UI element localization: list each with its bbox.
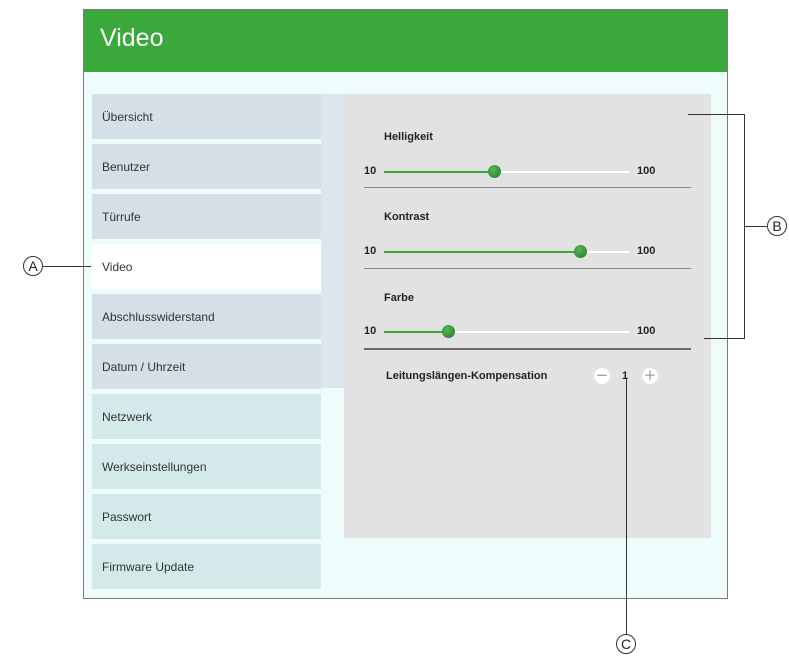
sidebar-item-uebersicht[interactable]: Übersicht	[92, 94, 321, 139]
decrement-button[interactable]: −	[594, 368, 610, 384]
video-settings-panel: Helligkeit 10 100 Kontrast 10 100 Farbe …	[344, 94, 711, 538]
color-label: Farbe	[384, 292, 414, 304]
menu-overlay-strip	[321, 94, 344, 388]
sidebar-item-datum-uhrzeit[interactable]: Datum / Uhrzeit	[92, 344, 321, 389]
cable-compensation-label: Leitungslängen-Kompensation	[386, 370, 548, 382]
contrast-slider-fill	[384, 251, 580, 253]
brightness-slider-track[interactable]	[384, 165, 629, 178]
color-slider-fill	[384, 331, 448, 333]
color-min-label: 10	[364, 325, 377, 337]
callout-c-leader	[626, 378, 627, 634]
sidebar-item-netzwerk[interactable]: Netzwerk	[92, 394, 321, 439]
callout-c: C	[616, 634, 636, 654]
brightness-slider[interactable]: 10 100	[364, 162, 694, 182]
brightness-slider-thumb[interactable]	[488, 165, 502, 178]
sidebar-item-werkseinstellungen[interactable]: Werkseinstellungen	[92, 444, 321, 489]
contrast-max-label: 100	[637, 245, 656, 257]
contrast-slider[interactable]: 10 100	[364, 242, 694, 262]
callout-a-leader	[43, 266, 91, 267]
window-title: Video	[100, 24, 164, 52]
sidebar-item-passwort[interactable]: Passwort	[92, 494, 321, 539]
callout-b-leader	[744, 226, 767, 227]
brightness-min-label: 10	[364, 165, 377, 177]
contrast-min-label: 10	[364, 245, 377, 257]
sidebar-item-benutzer[interactable]: Benutzer	[92, 144, 321, 189]
sidebar-item-tuerrufe[interactable]: Türrufe	[92, 194, 321, 239]
callout-b: B	[767, 216, 787, 236]
increment-button[interactable]: +	[642, 368, 658, 384]
contrast-slider-thumb[interactable]	[574, 245, 587, 258]
sidebar-item-abschlusswiderstand[interactable]: Abschlusswiderstand	[92, 294, 321, 339]
color-divider	[364, 348, 691, 350]
color-slider[interactable]: 10 100	[364, 322, 694, 342]
cable-compensation-row: Leitungslängen-Kompensation − 1 +	[386, 367, 686, 387]
brightness-max-label: 100	[637, 165, 656, 177]
sidebar-menu: Übersicht Benutzer Türrufe Video Abschlu…	[92, 94, 321, 594]
brightness-slider-fill	[384, 171, 495, 173]
sidebar-item-firmware-update[interactable]: Firmware Update	[92, 544, 321, 589]
brightness-label: Helligkeit	[384, 131, 433, 143]
callout-b-bracket-top	[688, 114, 744, 115]
video-settings-window: Video Übersicht Benutzer Türrufe Video A…	[83, 9, 728, 599]
brightness-divider	[364, 187, 691, 188]
contrast-divider	[364, 268, 691, 269]
plus-icon: +	[643, 366, 657, 384]
contrast-slider-track[interactable]	[384, 245, 629, 258]
window-header: Video	[84, 10, 727, 72]
contrast-label: Kontrast	[384, 211, 430, 223]
color-max-label: 100	[637, 325, 656, 337]
color-slider-thumb[interactable]	[441, 325, 455, 338]
minus-icon: −	[595, 366, 609, 384]
callout-b-bracket-bottom	[704, 338, 744, 339]
sidebar-item-video[interactable]: Video	[92, 244, 321, 289]
color-slider-track[interactable]	[384, 325, 629, 338]
callout-a: A	[23, 256, 43, 276]
